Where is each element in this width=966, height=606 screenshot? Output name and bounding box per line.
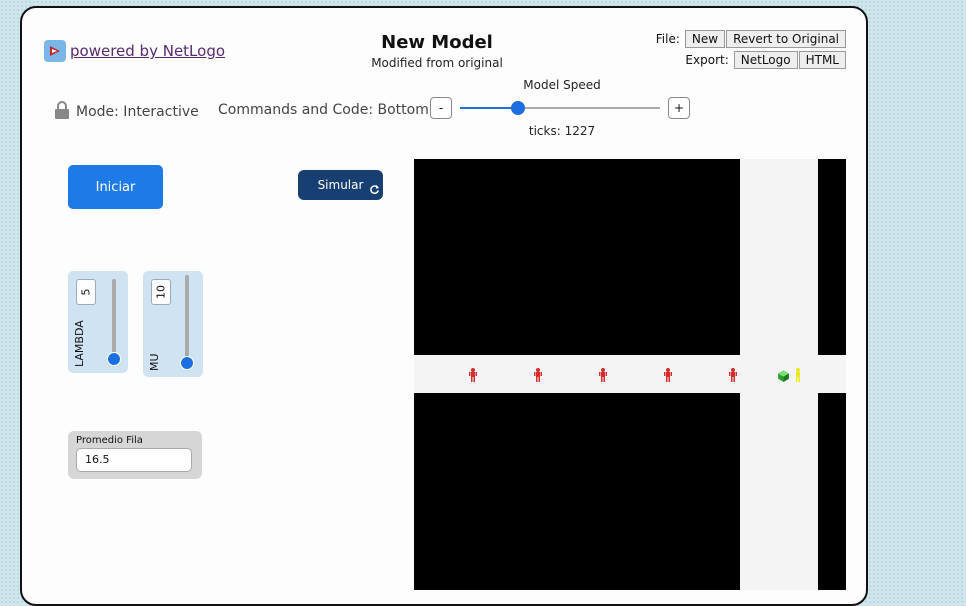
forever-refresh-icon bbox=[369, 184, 380, 198]
export-label: Export: bbox=[685, 53, 729, 67]
brand-label[interactable]: powered by NetLogo bbox=[70, 42, 225, 60]
file-menu: File: New Revert to Original bbox=[656, 30, 846, 48]
monitor-label: Promedio Fila bbox=[76, 435, 143, 446]
mode-toggle[interactable]: Mode: Interactive bbox=[54, 100, 199, 124]
lambda-slider[interactable]: 5 LAMBDA bbox=[68, 271, 128, 373]
simular-forever-button[interactable]: Simular bbox=[298, 170, 383, 200]
queue-person-icon bbox=[729, 367, 737, 386]
mode-label: Mode: Interactive bbox=[76, 104, 199, 120]
mu-label: MU bbox=[148, 353, 161, 371]
speed-decrease-button[interactable]: - bbox=[430, 97, 452, 119]
mu-track[interactable] bbox=[180, 275, 194, 370]
netlogo-brand-link[interactable]: powered by NetLogo bbox=[44, 40, 225, 62]
lambda-value-field[interactable]: 5 bbox=[76, 279, 96, 305]
file-label: File: bbox=[655, 32, 680, 46]
speed-slider-fill bbox=[460, 107, 518, 109]
mu-thumb[interactable] bbox=[180, 356, 194, 370]
netlogo-panel: powered by NetLogo New Model Modified fr… bbox=[20, 6, 868, 606]
revert-button[interactable]: Revert to Original bbox=[726, 30, 846, 48]
mu-value-field[interactable]: 10 bbox=[151, 279, 171, 305]
promedio-fila-monitor: Promedio Fila 16.5 bbox=[68, 431, 202, 479]
lambda-thumb[interactable] bbox=[107, 352, 121, 366]
lambda-track[interactable] bbox=[107, 279, 121, 366]
server-box-icon bbox=[777, 367, 790, 386]
queue-person-icon bbox=[469, 367, 477, 386]
export-html-button[interactable]: HTML bbox=[798, 51, 846, 69]
queue-person-icon bbox=[664, 367, 672, 386]
iniciar-button[interactable]: Iniciar bbox=[68, 165, 163, 209]
lock-icon[interactable] bbox=[54, 100, 70, 124]
speed-increase-button[interactable]: + bbox=[668, 97, 690, 119]
export-menu: Export: NetLogo HTML bbox=[685, 51, 846, 69]
export-netlogo-button[interactable]: NetLogo bbox=[733, 51, 798, 69]
model-title: New Model bbox=[381, 32, 493, 53]
queue-person-icon bbox=[599, 367, 607, 386]
iniciar-label: Iniciar bbox=[95, 179, 136, 195]
monitor-value: 16.5 bbox=[76, 448, 192, 472]
commands-position-toggle[interactable]: Commands and Code: Bottom bbox=[218, 102, 429, 118]
speed-label: Model Speed bbox=[523, 78, 601, 92]
model-subtitle: Modified from original bbox=[371, 56, 503, 70]
served-person-icon bbox=[794, 367, 802, 386]
world-view[interactable] bbox=[414, 159, 846, 590]
netlogo-logo-icon bbox=[44, 40, 66, 62]
speed-slider-thumb[interactable] bbox=[511, 101, 525, 115]
mu-slider[interactable]: 10 MU bbox=[143, 271, 203, 377]
ticks-counter: ticks: 1227 bbox=[528, 124, 596, 138]
simular-label: Simular bbox=[317, 178, 364, 192]
lambda-label: LAMBDA bbox=[73, 320, 86, 367]
new-button[interactable]: New bbox=[684, 30, 726, 48]
speed-slider[interactable] bbox=[460, 101, 660, 115]
queue-person-icon bbox=[534, 367, 542, 386]
